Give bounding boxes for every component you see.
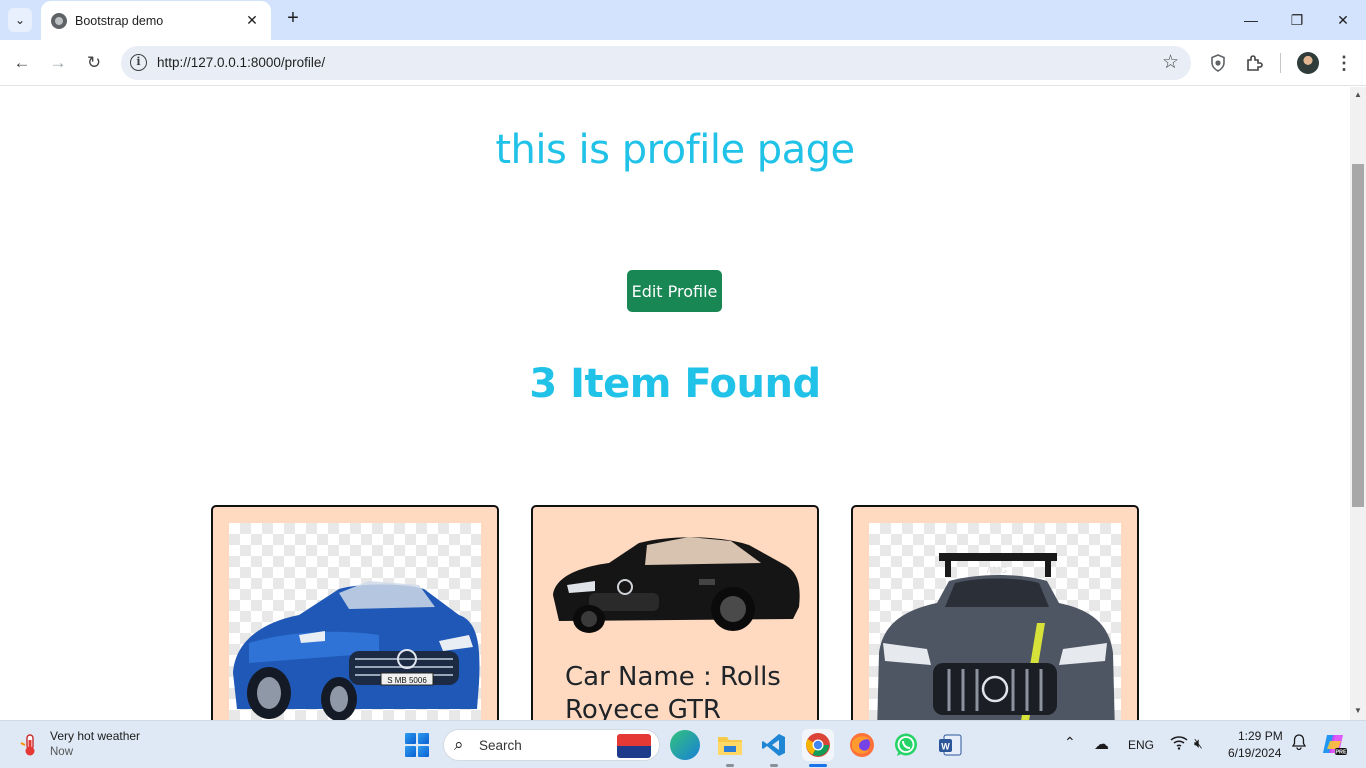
vscode-icon[interactable] xyxy=(758,729,790,761)
black-coupe-car-image xyxy=(549,523,801,641)
back-arrow-icon[interactable]: ← xyxy=(9,50,35,76)
items-found-heading: 3 Item Found xyxy=(529,361,821,407)
more-menu-icon[interactable]: ⋮ xyxy=(1332,51,1356,75)
reload-icon[interactable]: ↻ xyxy=(81,50,107,76)
car-name-text: Car Name : Rolls Royece GTR xyxy=(565,662,781,720)
grey-race-car-image: AMG xyxy=(869,523,1121,720)
firefox-icon[interactable] xyxy=(846,729,878,761)
search-icon: ⌕ xyxy=(454,735,464,754)
close-window-icon[interactable]: ✕ xyxy=(1320,0,1366,40)
copilot-icon[interactable]: PRE xyxy=(1320,730,1348,758)
scroll-up-arrow-icon[interactable]: ▲ xyxy=(1353,90,1363,99)
extensions-puzzle-icon[interactable] xyxy=(1242,51,1266,75)
car-card: S MB 5006 xyxy=(211,505,499,720)
address-bar[interactable]: i http://127.0.0.1:8000/profile/ ☆ xyxy=(121,46,1191,80)
car-card: AMG xyxy=(851,505,1139,720)
wifi-icon[interactable] xyxy=(1170,734,1188,754)
clock-time[interactable]: 1:29 PM xyxy=(1238,729,1283,743)
windows-taskbar: Very hot weather Now ⌕ Search W ⌃ ☁ ENG … xyxy=(0,720,1366,768)
chrome-icon[interactable] xyxy=(802,729,834,761)
bookmark-star-icon[interactable]: ☆ xyxy=(1162,51,1179,74)
shield-extension-icon[interactable] xyxy=(1206,51,1230,75)
browser-tab-strip: ⌄ Bootstrap demo ✕ + — ❐ ✕ xyxy=(0,0,1366,40)
search-highlight-icon xyxy=(617,734,651,758)
clock-date[interactable]: 6/19/2024 xyxy=(1228,746,1281,760)
browser-tab[interactable]: Bootstrap demo ✕ xyxy=(41,1,271,40)
url-text[interactable]: http://127.0.0.1:8000/profile/ xyxy=(157,55,325,70)
search-label: Search xyxy=(479,738,522,753)
new-tab-plus-icon[interactable]: + xyxy=(282,8,304,30)
thermometer-icon[interactable] xyxy=(19,733,41,757)
edit-profile-button[interactable]: Edit Profile xyxy=(627,270,722,312)
file-explorer-icon[interactable] xyxy=(714,729,746,761)
forward-arrow-icon[interactable]: → xyxy=(45,50,71,76)
scrollbar-thumb[interactable] xyxy=(1352,164,1364,507)
tab-search-chevron-icon[interactable]: ⌄ xyxy=(8,8,32,32)
car-card: Car Name : Rolls Royece GTR xyxy=(531,505,819,720)
taskbar-search[interactable]: ⌕ Search xyxy=(443,729,660,761)
word-icon[interactable]: W xyxy=(934,729,966,761)
close-tab-icon[interactable]: ✕ xyxy=(243,12,261,29)
edge-browser-icon[interactable] xyxy=(670,730,700,760)
page-title: this is profile page xyxy=(495,127,855,173)
scroll-down-arrow-icon[interactable]: ▼ xyxy=(1353,706,1363,715)
blue-convertible-car-image: S MB 5006 xyxy=(229,523,481,720)
page-scrollbar[interactable]: ▲ ▼ xyxy=(1350,87,1366,720)
muted-speaker-icon[interactable]: 🔇︎ xyxy=(1194,735,1203,752)
profile-avatar[interactable] xyxy=(1297,52,1319,74)
svg-text:AMG: AMG xyxy=(987,565,1008,575)
globe-icon xyxy=(51,12,67,29)
svg-text:PRE: PRE xyxy=(1335,750,1347,756)
show-hidden-icons-chevron-icon[interactable]: ⌃ xyxy=(1064,734,1076,751)
browser-toolbar: ← → ↻ i http://127.0.0.1:8000/profile/ ☆… xyxy=(0,40,1366,86)
language-indicator[interactable]: ENG xyxy=(1128,738,1154,752)
site-info-icon[interactable]: i xyxy=(130,54,147,71)
tab-title: Bootstrap demo xyxy=(75,13,164,28)
weather-title[interactable]: Very hot weather xyxy=(50,729,140,743)
svg-text:W: W xyxy=(941,742,950,752)
notification-bell-icon[interactable] xyxy=(1291,734,1307,754)
minimize-icon[interactable]: — xyxy=(1228,0,1274,40)
weather-subtitle: Now xyxy=(50,746,74,758)
app-running-indicator xyxy=(726,764,734,767)
onedrive-cloud-icon[interactable]: ☁ xyxy=(1094,735,1109,753)
whatsapp-icon[interactable] xyxy=(890,729,922,761)
restore-icon[interactable]: ❐ xyxy=(1274,0,1320,40)
page-viewport: this is profile page Edit Profile 3 Item… xyxy=(0,87,1350,720)
app-active-indicator xyxy=(809,764,827,767)
windows-start-icon[interactable] xyxy=(405,733,429,757)
app-running-indicator xyxy=(770,764,778,767)
svg-text:S MB 5006: S MB 5006 xyxy=(387,676,427,685)
toolbar-separator xyxy=(1280,53,1281,73)
